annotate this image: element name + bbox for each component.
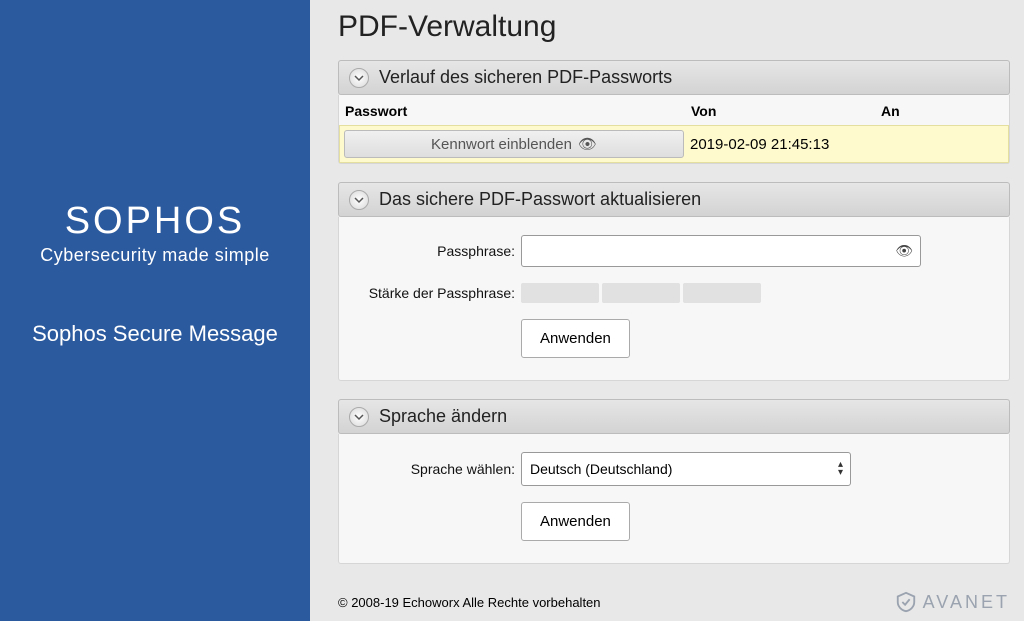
chevron-down-icon xyxy=(349,68,369,88)
panel-title-update: Das sichere PDF-Passwort aktualisieren xyxy=(379,189,701,210)
brand-name: SOPHOS xyxy=(40,200,270,243)
passphrase-row: Passphrase: 👁 xyxy=(363,235,985,267)
passphrase-input[interactable] xyxy=(521,235,921,267)
panel-header-update[interactable]: Das sichere PDF-Passwort aktualisieren xyxy=(338,182,1010,217)
history-body: Passwort Von An Kennwort einblenden 👁 20… xyxy=(338,95,1010,164)
vendor-name: AVANET xyxy=(923,592,1010,613)
chevron-down-icon xyxy=(349,407,369,427)
panel-password-history: Verlauf des sicheren PDF-Passworts Passw… xyxy=(338,60,1010,164)
panel-header-history[interactable]: Verlauf des sicheren PDF-Passworts xyxy=(338,60,1010,95)
brand-logo: SOPHOS Cybersecurity made simple xyxy=(40,200,270,266)
col-to: An xyxy=(881,103,1003,119)
history-table-header: Passwort Von An xyxy=(339,95,1009,125)
main-content: PDF-Verwaltung Verlauf des sicheren PDF-… xyxy=(310,0,1024,621)
passphrase-label: Passphrase: xyxy=(363,243,521,259)
apply-password-button[interactable]: Anwenden xyxy=(521,319,630,358)
panel-title-history: Verlauf des sicheren PDF-Passworts xyxy=(379,67,672,88)
panel-title-language: Sprache ändern xyxy=(379,406,507,427)
history-row: Kennwort einblenden 👁 2019-02-09 21:45:1… xyxy=(339,125,1009,163)
language-select[interactable]: Deutsch (Deutschland) xyxy=(521,452,851,486)
history-from-value: 2019-02-09 21:45:13 xyxy=(690,136,880,153)
show-password-label: Kennwort einblenden xyxy=(431,136,572,153)
shield-icon xyxy=(895,591,917,613)
copyright: © 2008-19 Echoworx Alle Rechte vorbehalt… xyxy=(338,595,601,610)
panel-header-language[interactable]: Sprache ändern xyxy=(338,399,1010,434)
vendor-logo: AVANET xyxy=(895,591,1010,613)
eye-icon: 👁 xyxy=(578,135,597,153)
footer: © 2008-19 Echoworx Alle Rechte vorbehalt… xyxy=(338,585,1010,619)
page-title: PDF-Verwaltung xyxy=(338,0,1010,60)
panel-update-password: Das sichere PDF-Passwort aktualisieren P… xyxy=(338,182,1010,381)
col-password: Passwort xyxy=(345,103,691,119)
col-from: Von xyxy=(691,103,881,119)
product-title: Sophos Secure Message xyxy=(32,321,278,347)
chevron-down-icon xyxy=(349,190,369,210)
eye-icon[interactable]: 👁 xyxy=(895,243,913,260)
panel-language: Sprache ändern Sprache wählen: Deutsch (… xyxy=(338,399,1010,564)
language-body: Sprache wählen: Deutsch (Deutschland) ▴▾… xyxy=(338,434,1010,564)
strength-meter xyxy=(521,283,761,303)
apply-language-button[interactable]: Anwenden xyxy=(521,502,630,541)
show-password-button[interactable]: Kennwort einblenden 👁 xyxy=(344,130,684,158)
strength-row: Stärke der Passphrase: xyxy=(363,283,985,303)
language-select-label: Sprache wählen: xyxy=(363,461,521,477)
strength-label: Stärke der Passphrase: xyxy=(363,285,521,301)
update-body: Passphrase: 👁 Stärke der Passphrase: Anw… xyxy=(338,217,1010,381)
sidebar: SOPHOS Cybersecurity made simple Sophos … xyxy=(0,0,310,621)
language-select-row: Sprache wählen: Deutsch (Deutschland) ▴▾ xyxy=(363,452,985,486)
brand-tagline: Cybersecurity made simple xyxy=(40,245,270,266)
